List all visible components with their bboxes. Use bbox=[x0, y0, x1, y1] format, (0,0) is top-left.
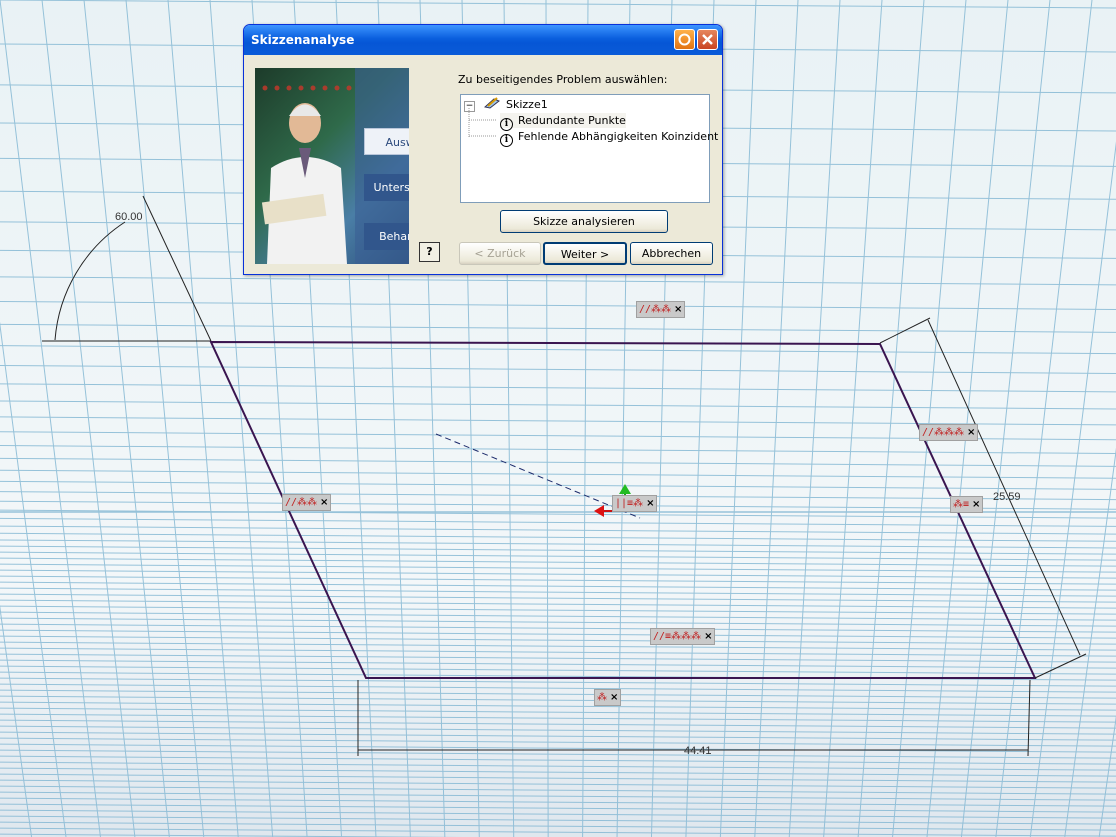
glyph-close-icon[interactable]: × bbox=[704, 631, 712, 642]
dialog-titlebar[interactable]: Skizzenanalyse bbox=[244, 25, 722, 55]
close-icon bbox=[702, 34, 713, 45]
constraint-glyph-top[interactable]: //⁂⁂ × bbox=[636, 301, 686, 318]
tree-item-label: Fehlende Abhängigkeiten Koinzident bbox=[518, 130, 719, 143]
glyph-close-icon[interactable]: × bbox=[320, 497, 328, 508]
angle-dimension-label: 60.00 bbox=[115, 211, 143, 223]
glyph-symbols: ||≡⁂ bbox=[615, 498, 644, 509]
title-help-button[interactable] bbox=[674, 29, 695, 50]
analyze-sketch-button[interactable]: Skizze analysieren bbox=[500, 210, 668, 233]
close-button[interactable] bbox=[697, 29, 718, 50]
glyph-symbols: //⁂⁂ bbox=[639, 304, 672, 315]
glyph-symbols: ⁂ bbox=[597, 692, 607, 703]
help-button[interactable]: ? bbox=[419, 242, 440, 262]
glyph-close-icon[interactable]: × bbox=[972, 499, 980, 510]
constraint-glyph-bottom[interactable]: ⁂ × bbox=[594, 689, 622, 706]
glyph-symbols: //⁂⁂ bbox=[285, 497, 318, 508]
bottom-dimension-label: 44.41 bbox=[684, 745, 712, 757]
glyph-symbols: //≡⁂⁂⁂ bbox=[653, 631, 702, 642]
sketch-analysis-dialog: Skizzenanalyse Auswahl Untersuchen Behan bbox=[243, 24, 723, 275]
side-dimension-label: 25.59 bbox=[993, 491, 1021, 503]
dialog-content: Auswahl Untersuchen Behandeln ? Zu besei… bbox=[247, 56, 719, 271]
step-untersuchen[interactable]: Untersuchen bbox=[364, 174, 409, 201]
glyph-close-icon[interactable]: × bbox=[610, 692, 618, 703]
wizard-illustration: Auswahl Untersuchen Behandeln bbox=[255, 68, 409, 264]
constraint-glyph-center[interactable]: ||≡⁂ × bbox=[612, 495, 658, 512]
constraint-glyph-left[interactable]: //⁂⁂ × bbox=[282, 494, 332, 511]
next-button[interactable]: Weiter > bbox=[543, 242, 627, 265]
tree-item-missing-constraints[interactable]: i Fehlende Abhängigkeiten Koinzident bbox=[500, 129, 719, 147]
step-behandeln[interactable]: Behandeln bbox=[364, 223, 409, 250]
help-icon bbox=[678, 33, 691, 46]
back-button[interactable]: < Zurück bbox=[459, 242, 541, 265]
constraint-glyph-right-upper[interactable]: //⁂⁂⁂ × bbox=[919, 424, 979, 441]
glyph-symbols: //⁂⁂⁂ bbox=[922, 427, 965, 438]
constraint-glyph-lower[interactable]: //≡⁂⁂⁂ × bbox=[650, 628, 716, 645]
cancel-button[interactable]: Abbrechen bbox=[630, 242, 713, 265]
problem-tree[interactable]: − Skizze1 i Redundante Punkte i Fehlende A… bbox=[460, 94, 718, 203]
tree-lines bbox=[468, 108, 497, 137]
glyph-close-icon[interactable]: × bbox=[967, 427, 975, 438]
glyph-close-icon[interactable]: × bbox=[646, 498, 654, 509]
dialog-title: Skizzenanalyse bbox=[251, 33, 355, 47]
constraint-glyph-right[interactable]: ⁂≡ × bbox=[950, 496, 984, 513]
problem-prompt: Zu beseitigendes Problem auswählen: bbox=[458, 73, 668, 86]
glyph-symbols: ⁂≡ bbox=[953, 499, 970, 510]
glyph-close-icon[interactable]: × bbox=[674, 304, 682, 315]
tree-item-label: Redundante Punkte bbox=[518, 114, 626, 127]
step-auswahl[interactable]: Auswahl bbox=[364, 128, 409, 155]
